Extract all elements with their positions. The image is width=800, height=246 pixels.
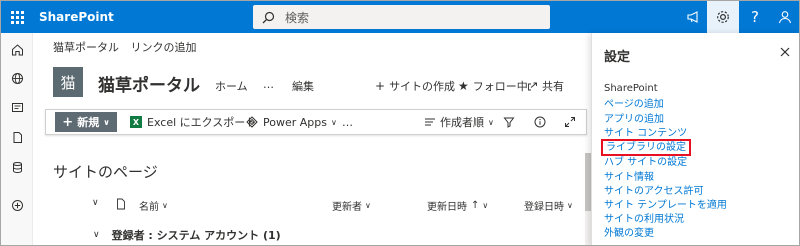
- help-icon: ?: [751, 8, 759, 26]
- left-app-bar: [1, 33, 33, 245]
- site-title[interactable]: 猫草ポータル: [98, 71, 200, 96]
- help-button[interactable]: ?: [739, 1, 771, 33]
- power-apps-label: Power Apps: [263, 115, 327, 129]
- expand-button[interactable]: [564, 110, 576, 134]
- column-header-modified-by[interactable]: 更新者 ∨: [332, 198, 371, 213]
- new-label: 新規: [77, 116, 100, 129]
- export-excel-button[interactable]: X Excel にエクスポート: [130, 110, 256, 134]
- link-add-page[interactable]: ページの追加: [604, 98, 664, 111]
- column-header-label: 登録日時: [524, 202, 564, 213]
- search-box[interactable]: 検索: [253, 5, 550, 29]
- link-site-information[interactable]: サイト情報: [604, 171, 654, 184]
- settings-panel: 設定 SharePoint ページの追加 アプリの追加 サイト コンテンツ ライ…: [591, 33, 799, 245]
- megaphone-button[interactable]: [677, 1, 709, 33]
- plus-icon: +: [375, 79, 386, 93]
- app-name[interactable]: SharePoint: [39, 1, 114, 33]
- create-site-label: サイトの作成: [389, 80, 456, 93]
- link-library-settings[interactable]: ライブラリの設定: [601, 139, 691, 156]
- megaphone-icon: [687, 11, 698, 23]
- news-icon[interactable]: [1, 95, 33, 119]
- column-header-name[interactable]: 名前 ∨: [139, 198, 168, 213]
- plus-icon: +: [62, 114, 74, 130]
- share-button[interactable]: 共有: [527, 78, 564, 94]
- home-icon[interactable]: [1, 37, 33, 61]
- filter-button[interactable]: [503, 110, 515, 134]
- settings-button[interactable]: [707, 1, 739, 33]
- power-apps-button[interactable]: Power Apps ∨: [246, 110, 337, 134]
- sharepoint-window: SharePoint 検索 ? 猫草ポータル リンクの追加 猫 猫草ポータル ホ…: [0, 0, 800, 246]
- share-label: 共有: [542, 80, 564, 93]
- export-excel-label: Excel にエクスポート: [147, 116, 257, 129]
- sort-lines-icon: [425, 118, 435, 126]
- breadcrumb-item[interactable]: 猫草ポータル: [53, 41, 119, 54]
- collapse-all-toggle[interactable]: ∨: [92, 198, 99, 208]
- info-button[interactable]: [534, 110, 546, 134]
- close-icon: [780, 47, 790, 57]
- suite-bar: SharePoint 検索 ?: [1, 1, 799, 33]
- filter-icon: [503, 117, 515, 128]
- group-label: 登録者 : システム アカウント (1): [111, 229, 281, 242]
- column-header-modified[interactable]: 更新日時 ↑ ∨: [427, 198, 488, 213]
- file-icon[interactable]: [1, 125, 33, 149]
- globe-icon[interactable]: [1, 66, 33, 90]
- file-type-column-header[interactable]: [116, 198, 126, 210]
- create-icon[interactable]: [1, 193, 33, 217]
- info-icon: [534, 116, 546, 128]
- link-site-usage[interactable]: サイトの利用状況: [604, 213, 684, 226]
- link-hub-site-settings[interactable]: ハブ サイトの設定: [604, 156, 687, 169]
- close-button[interactable]: [776, 43, 794, 61]
- chevron-down-icon: ∨: [93, 230, 100, 240]
- search-icon: [259, 8, 277, 26]
- column-header-label: 更新者: [332, 202, 362, 213]
- column-header-label: 更新日時: [427, 202, 467, 213]
- gear-icon: [717, 11, 729, 23]
- chevron-down-icon: ∨: [365, 201, 371, 210]
- settings-title: 設定: [604, 50, 631, 65]
- column-header-label: 名前: [139, 202, 159, 213]
- star-icon: ★: [458, 79, 469, 93]
- link-change-look[interactable]: 外観の変更: [604, 227, 654, 240]
- chevron-down-icon: ∨: [567, 201, 573, 210]
- link-add-app[interactable]: アプリの追加: [604, 113, 664, 126]
- section-label: SharePoint: [604, 83, 658, 94]
- chevron-down-icon: ∨: [488, 117, 494, 127]
- waffle-icon: [10, 10, 24, 24]
- sort-ascending-icon: ↑: [471, 200, 480, 211]
- more-commands-button[interactable]: …: [342, 110, 353, 134]
- view-name: 作成者順: [440, 116, 484, 129]
- nav-more[interactable]: …: [263, 78, 274, 91]
- search-placeholder: 検索: [285, 10, 310, 25]
- excel-icon: X: [130, 116, 142, 128]
- nav-home[interactable]: ホーム: [215, 78, 248, 94]
- following-button[interactable]: ★ フォロー中: [458, 78, 528, 94]
- nav-edit[interactable]: 編集: [292, 78, 314, 94]
- create-site-button[interactable]: + サイトの作成: [375, 78, 455, 94]
- page-heading: サイトのページ: [53, 163, 158, 181]
- chevron-down-icon: ∨: [482, 201, 489, 210]
- new-button[interactable]: + 新規 ∨: [55, 112, 117, 132]
- chevron-down-icon: ∨: [92, 198, 99, 208]
- share-icon: [528, 82, 537, 90]
- expand-icon: [565, 117, 575, 127]
- power-apps-icon: [246, 116, 258, 128]
- breadcrumb-item[interactable]: リンクの追加: [131, 41, 197, 54]
- view-switcher[interactable]: 作成者順 ∨: [424, 110, 494, 134]
- chevron-down-icon: ∨: [103, 117, 110, 127]
- account-button[interactable]: [769, 1, 799, 33]
- list-icon[interactable]: [1, 155, 33, 179]
- document-icon: [117, 198, 125, 210]
- breadcrumb: 猫草ポータル リンクの追加: [53, 39, 205, 55]
- site-logo[interactable]: 猫: [53, 67, 83, 97]
- chevron-down-icon: ∨: [162, 201, 168, 210]
- group-header-row[interactable]: ∨ 登録者 : システム アカウント (1): [93, 227, 281, 243]
- link-apply-site-template[interactable]: サイト テンプレートを適用: [604, 199, 727, 212]
- column-header-created[interactable]: 登録日時 ∨: [524, 198, 573, 213]
- command-bar: + 新規 ∨ X Excel にエクスポート Power Apps ∨ … 作成…: [45, 109, 587, 135]
- person-icon: [778, 11, 792, 24]
- following-label: フォロー中: [472, 80, 528, 93]
- app-launcher-button[interactable]: [1, 1, 33, 33]
- link-site-permissions[interactable]: サイトのアクセス許可: [604, 185, 704, 198]
- chevron-down-icon: ∨: [330, 117, 337, 127]
